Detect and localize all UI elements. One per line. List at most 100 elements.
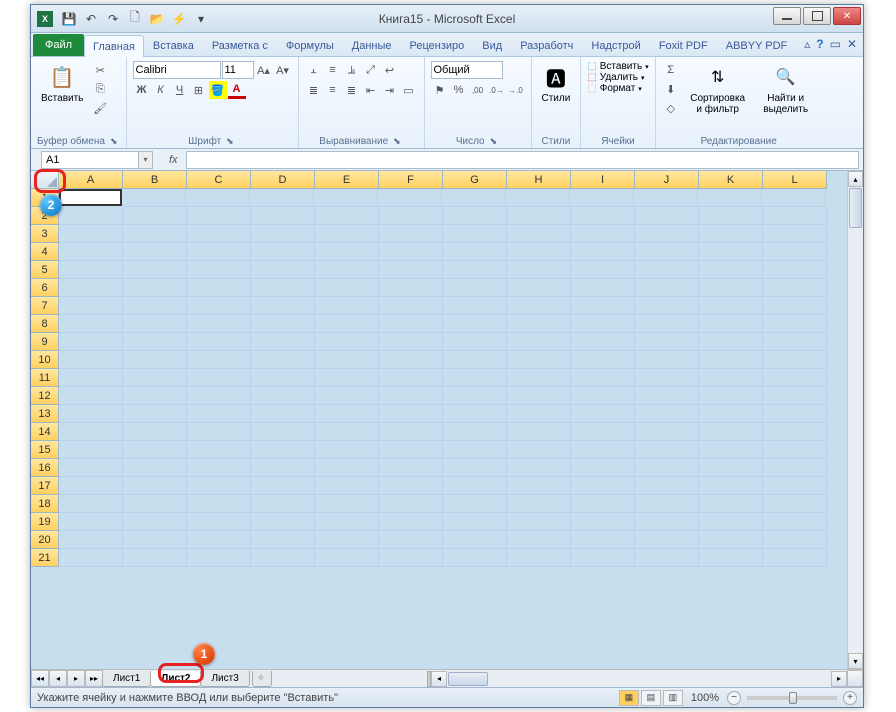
tab-page-layout[interactable]: Разметка с (203, 34, 277, 56)
cell-H3[interactable] (507, 225, 571, 243)
cell-C3[interactable] (187, 225, 251, 243)
cell-F3[interactable] (379, 225, 443, 243)
cell-J19[interactable] (635, 513, 699, 531)
formula-input[interactable] (186, 151, 859, 169)
cell-J1[interactable] (634, 189, 698, 207)
cell-J14[interactable] (635, 423, 699, 441)
insert-cells-button[interactable]: ⬚Вставить▾ (587, 61, 648, 72)
next-sheet-button[interactable]: ▸ (67, 670, 85, 687)
cell-L12[interactable] (763, 387, 827, 405)
cell-G13[interactable] (443, 405, 507, 423)
cell-D19[interactable] (251, 513, 315, 531)
alignment-launcher[interactable]: ⬊ (391, 136, 403, 147)
cell-I20[interactable] (571, 531, 635, 549)
tab-addins[interactable]: Надстрой (582, 34, 649, 56)
format-cells-button[interactable]: ⬚Формат▾ (587, 83, 642, 94)
cell-A5[interactable] (59, 261, 123, 279)
cell-F6[interactable] (379, 279, 443, 297)
cell-L4[interactable] (763, 243, 827, 261)
column-header-F[interactable]: F (379, 171, 443, 189)
cell-K11[interactable] (699, 369, 763, 387)
cell-K6[interactable] (699, 279, 763, 297)
format-painter-button[interactable]: 🖌 (91, 99, 109, 117)
workbook-close-button[interactable]: ✕ (847, 37, 857, 51)
tab-developer[interactable]: Разработч (511, 34, 582, 56)
minimize-ribbon-button[interactable]: ▵ (804, 37, 810, 51)
align-bottom-button[interactable]: ⫡ (343, 61, 361, 79)
cell-K19[interactable] (699, 513, 763, 531)
cell-D6[interactable] (251, 279, 315, 297)
cell-F2[interactable] (379, 207, 443, 225)
cell-A6[interactable] (59, 279, 123, 297)
align-right-button[interactable]: ≣ (343, 81, 361, 99)
cell-G9[interactable] (443, 333, 507, 351)
cell-L16[interactable] (763, 459, 827, 477)
cell-A10[interactable] (59, 351, 123, 369)
cell-B16[interactable] (123, 459, 187, 477)
cell-G20[interactable] (443, 531, 507, 549)
cell-L14[interactable] (763, 423, 827, 441)
cell-A1[interactable] (59, 189, 122, 206)
cell-B17[interactable] (123, 477, 187, 495)
cell-J20[interactable] (635, 531, 699, 549)
cell-C5[interactable] (187, 261, 251, 279)
cell-K20[interactable] (699, 531, 763, 549)
first-sheet-button[interactable]: ◂◂ (31, 670, 49, 687)
cell-K9[interactable] (699, 333, 763, 351)
paste-button[interactable]: 📋 Вставить (37, 61, 87, 106)
cell-A14[interactable] (59, 423, 123, 441)
maximize-button[interactable] (803, 7, 831, 25)
column-header-K[interactable]: K (699, 171, 763, 189)
cell-E2[interactable] (315, 207, 379, 225)
cell-I10[interactable] (571, 351, 635, 369)
cell-A4[interactable] (59, 243, 123, 261)
cell-A16[interactable] (59, 459, 123, 477)
cell-E3[interactable] (315, 225, 379, 243)
italic-button[interactable]: К (152, 81, 170, 99)
cell-K14[interactable] (699, 423, 763, 441)
cell-F12[interactable] (379, 387, 443, 405)
resize-corner[interactable] (847, 670, 863, 687)
sheet-tab-1[interactable]: Лист1 (102, 671, 151, 687)
cell-E20[interactable] (315, 531, 379, 549)
cell-L2[interactable] (763, 207, 827, 225)
cell-A8[interactable] (59, 315, 123, 333)
name-box[interactable]: A1 (41, 151, 139, 169)
tab-view[interactable]: Вид (473, 34, 511, 56)
cell-J3[interactable] (635, 225, 699, 243)
cell-K15[interactable] (699, 441, 763, 459)
cell-G11[interactable] (443, 369, 507, 387)
column-header-C[interactable]: C (187, 171, 251, 189)
cell-E15[interactable] (315, 441, 379, 459)
cell-F8[interactable] (379, 315, 443, 333)
cell-F14[interactable] (379, 423, 443, 441)
cell-A17[interactable] (59, 477, 123, 495)
cell-E16[interactable] (315, 459, 379, 477)
cell-I13[interactable] (571, 405, 635, 423)
row-header-10[interactable]: 10 (31, 351, 59, 369)
cell-K3[interactable] (699, 225, 763, 243)
cell-F17[interactable] (379, 477, 443, 495)
cell-A7[interactable] (59, 297, 123, 315)
cell-A21[interactable] (59, 549, 123, 567)
column-header-D[interactable]: D (251, 171, 315, 189)
cell-J18[interactable] (635, 495, 699, 513)
cell-J11[interactable] (635, 369, 699, 387)
row-header-17[interactable]: 17 (31, 477, 59, 495)
cell-B8[interactable] (123, 315, 187, 333)
cell-D13[interactable] (251, 405, 315, 423)
row-header-18[interactable]: 18 (31, 495, 59, 513)
cell-L11[interactable] (763, 369, 827, 387)
cell-I5[interactable] (571, 261, 635, 279)
cell-H13[interactable] (507, 405, 571, 423)
cell-H20[interactable] (507, 531, 571, 549)
cell-E21[interactable] (315, 549, 379, 567)
cell-K5[interactable] (699, 261, 763, 279)
sort-filter-button[interactable]: ⇅ Сортировка и фильтр (684, 61, 752, 117)
vertical-scroll-thumb[interactable] (849, 188, 862, 228)
row-header-16[interactable]: 16 (31, 459, 59, 477)
cell-C10[interactable] (187, 351, 251, 369)
row-header-9[interactable]: 9 (31, 333, 59, 351)
cell-B14[interactable] (123, 423, 187, 441)
column-header-E[interactable]: E (315, 171, 379, 189)
